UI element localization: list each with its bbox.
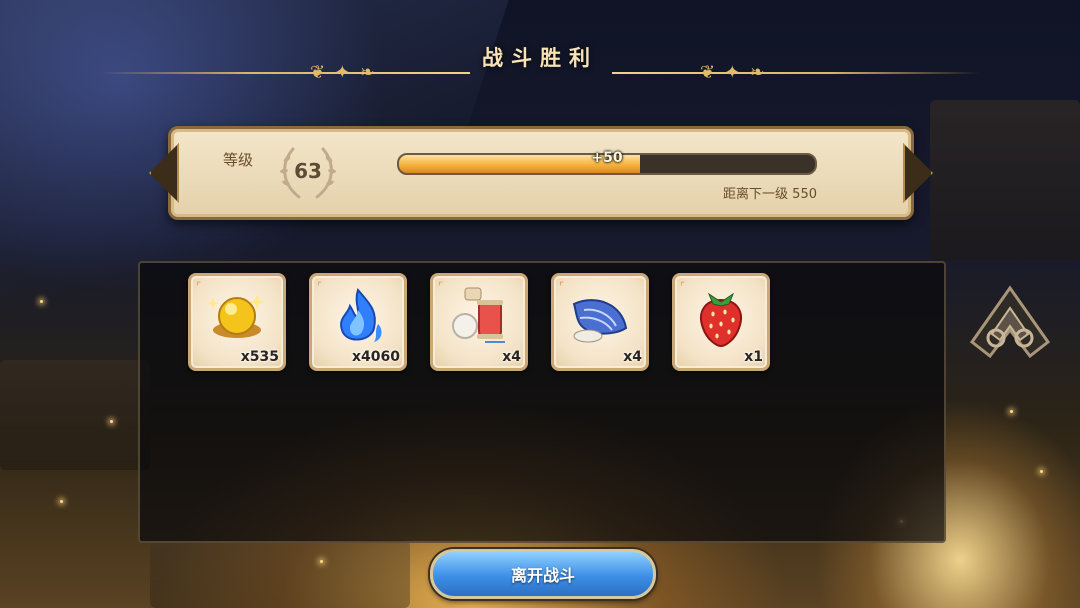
level-value: 63 xyxy=(294,159,322,183)
sparkle xyxy=(60,500,63,503)
title-divider-right xyxy=(612,72,980,74)
thread-spool-icon xyxy=(452,287,505,343)
background-desk xyxy=(150,540,410,608)
corner-mark-icon: ⌜ xyxy=(317,280,323,293)
xp-gain-text: +50 xyxy=(591,150,623,166)
level-banner: 等级 63 +50 距离下一级 550 xyxy=(168,126,914,220)
rewards-panel: ⌜ x535 ⌜ x4060 ⌜ x4 ⌜ x4 ⌜ x1 xyxy=(138,261,946,543)
reward-item[interactable]: ⌜ x1 xyxy=(672,273,770,371)
reward-item[interactable]: ⌜ x4 xyxy=(430,273,528,371)
battle-result-screen: ❦ ✦ ❧ ❦ ✦ ❧ 战斗胜利 等级 63 +50 距离下一级 550 ⌜ x… xyxy=(0,0,1080,608)
reward-quantity: x4 xyxy=(623,349,642,365)
reward-item[interactable]: ⌜ x4060 xyxy=(309,273,407,371)
blue-flame-icon xyxy=(340,287,382,342)
strawberry-icon xyxy=(700,292,742,348)
sparkle xyxy=(320,560,323,563)
level-label: 等级 xyxy=(223,151,254,169)
corner-mark-icon: ⌜ xyxy=(196,280,202,293)
reward-quantity: x4060 xyxy=(352,349,400,365)
sparkle xyxy=(1010,410,1013,413)
next-level-text: 距离下一级 550 xyxy=(723,187,817,202)
background-bookshelf xyxy=(0,360,150,470)
reward-quantity: x1 xyxy=(744,349,763,365)
reward-quantity: x535 xyxy=(240,349,279,365)
sparkle xyxy=(40,300,43,303)
sparkle xyxy=(110,420,113,423)
seashell-icon xyxy=(572,299,628,343)
leave-battle-button[interactable]: 离开战斗 xyxy=(430,549,656,599)
title-divider-left xyxy=(100,72,470,74)
corner-mark-icon: ⌜ xyxy=(559,280,565,293)
page-title: 战斗胜利 xyxy=(482,46,598,70)
corner-mark-icon: ⌜ xyxy=(680,280,686,293)
reward-item[interactable]: ⌜ x4 xyxy=(551,273,649,371)
gold-orb-icon xyxy=(207,294,265,338)
sparkle xyxy=(1040,470,1043,473)
background-books xyxy=(930,100,1080,260)
reward-quantity: x4 xyxy=(502,349,521,365)
corner-mark-icon: ⌜ xyxy=(438,280,444,293)
reward-item[interactable]: ⌜ x535 xyxy=(188,273,286,371)
expand-arrow-icon[interactable] xyxy=(968,284,1052,360)
